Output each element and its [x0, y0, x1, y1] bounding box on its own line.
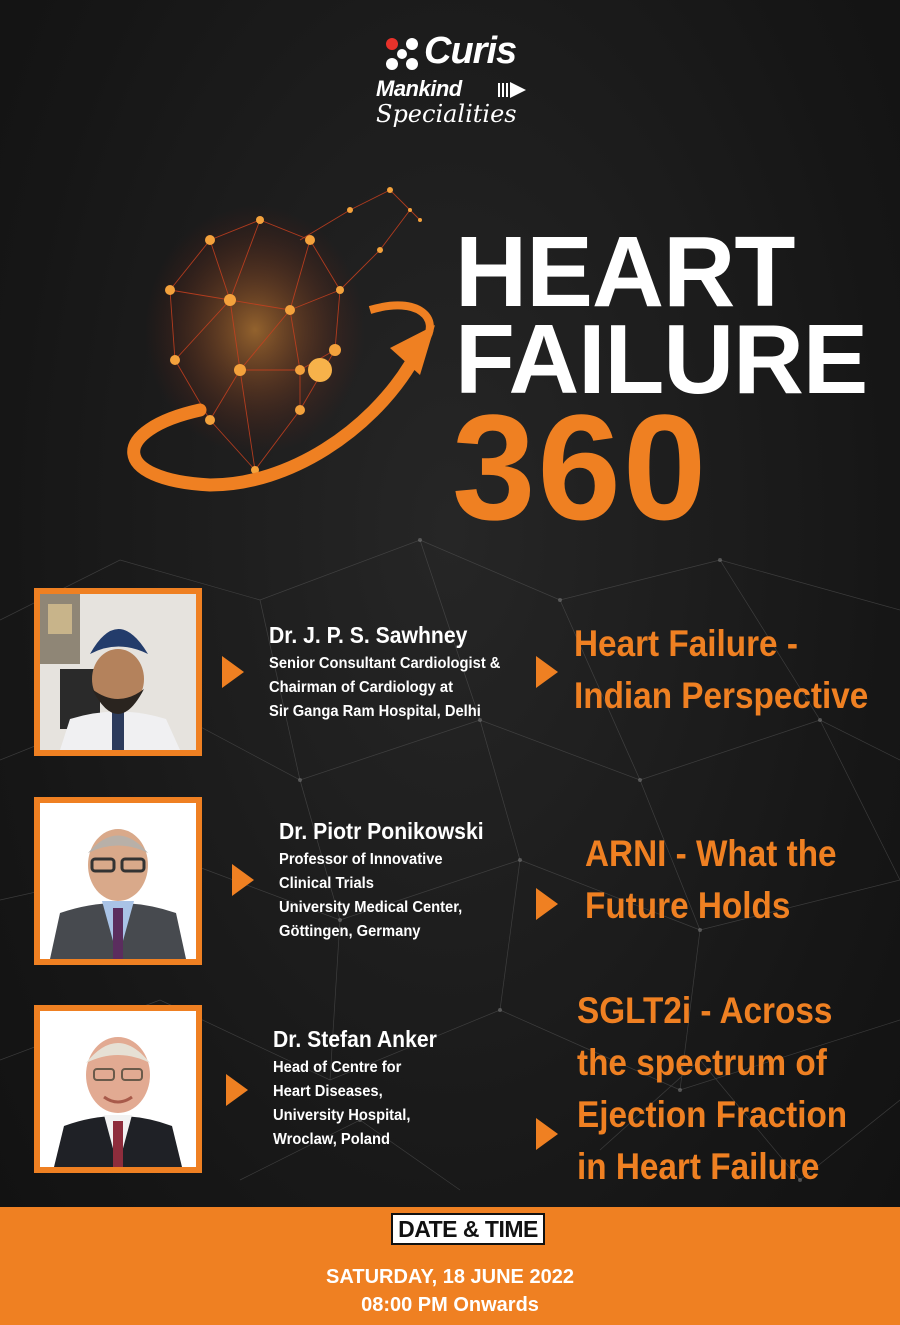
speaker-photo-ponikowski: [34, 797, 202, 965]
speaker-desc-line: Senior Consultant Cardiologist &: [269, 655, 501, 672]
topic-line: SGLT2i - Across: [577, 990, 833, 1031]
topic-line: Heart Failure -: [574, 623, 798, 664]
topic-line: ARNI - What the: [585, 833, 837, 874]
date-time-badge: DATE & TIME: [391, 1213, 545, 1245]
brand-specialities: Specialities: [376, 100, 517, 128]
speaker-portrait-icon: [40, 803, 196, 959]
arrow-icon: [222, 656, 244, 688]
brand-mankind: Mankind: [376, 76, 462, 101]
arrow-icon: [226, 1074, 248, 1106]
arrow-icon: [536, 1118, 558, 1150]
speaker-photo-anker: [34, 1005, 202, 1173]
speaker-desc-line: Wroclaw, Poland: [273, 1131, 390, 1148]
event-date: SATURDAY, 18 JUNE 2022: [326, 1266, 574, 1288]
speaker-name: Dr. Stefan Anker: [273, 1026, 437, 1052]
speaker-desc-line: Clinical Trials: [279, 875, 374, 892]
topic-line: Future Holds: [585, 885, 791, 926]
event-time: 08:00 PM Onwards: [361, 1294, 539, 1316]
curis-mark-icon: [386, 38, 418, 70]
topic-line: the spectrum of: [577, 1042, 827, 1083]
speaker-desc-line: Professor of Innovative: [279, 851, 443, 868]
arrow-icon: [536, 656, 558, 688]
topic-line: Ejection Fraction: [577, 1094, 848, 1135]
speaker-desc-line: University Medical Center,: [279, 899, 463, 916]
title-360: 360: [452, 383, 709, 551]
play-icon: [498, 82, 526, 98]
speaker-desc-line: Chairman of Cardiology at: [269, 679, 454, 696]
speaker-desc-line: Sir Ganga Ram Hospital, Delhi: [269, 703, 481, 720]
brand-logo: Curis Mankind Specialities: [372, 30, 552, 130]
speaker-desc-line: Heart Diseases,: [273, 1083, 383, 1100]
arrow-icon: [536, 888, 558, 920]
topic-line: Indian Perspective: [574, 675, 869, 716]
speaker-portrait-icon: [40, 594, 196, 750]
topic-line: in Heart Failure: [577, 1146, 820, 1187]
brand-curis: Curis: [424, 30, 517, 72]
speaker-desc-line: Head of Centre for: [273, 1059, 402, 1076]
speaker-desc-line: Göttingen, Germany: [279, 923, 421, 940]
speaker-portrait-icon: [40, 1011, 196, 1167]
speaker-name: Dr. Piotr Ponikowski: [279, 818, 484, 844]
speaker-desc-line: University Hospital,: [273, 1107, 411, 1124]
speaker-name: Dr. J. P. S. Sawhney: [269, 622, 468, 648]
event-poster: Curis Mankind Specialities HEART FAILURE…: [0, 0, 900, 1325]
speaker-photo-sawhney: [34, 588, 202, 756]
heart-network-graphic: [127, 187, 435, 492]
arrow-icon: [232, 864, 254, 896]
